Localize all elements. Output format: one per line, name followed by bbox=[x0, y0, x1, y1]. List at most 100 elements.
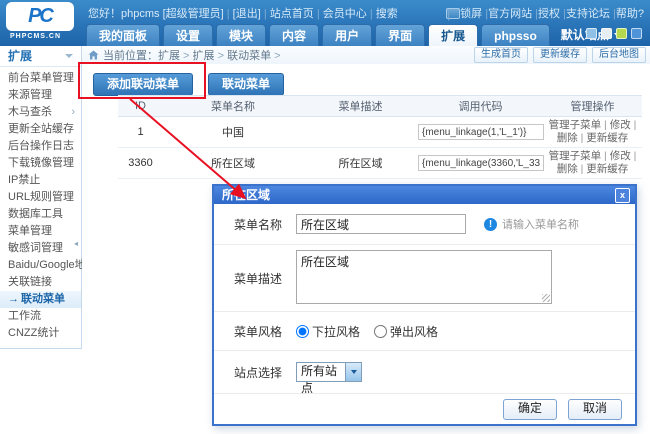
sidebar-item-sitemap[interactable]: Baidu/Google地图 bbox=[0, 257, 81, 274]
style-dropdown-radio[interactable] bbox=[296, 325, 309, 338]
code-input[interactable] bbox=[418, 155, 544, 171]
breadcrumb-item-extension[interactable]: 扩展 bbox=[193, 50, 228, 62]
style-popup-label: 弹出风格 bbox=[390, 323, 438, 340]
refresh-cache-link[interactable]: 更新缓存 bbox=[586, 132, 628, 144]
sidebar-item-linkage-menu[interactable]: 联动菜单 bbox=[0, 291, 81, 308]
breadcrumb-item-module[interactable]: 扩展 bbox=[158, 50, 193, 62]
manage-submenu-link[interactable]: 管理子菜单 bbox=[549, 150, 610, 162]
edit-link[interactable]: 修改 bbox=[610, 119, 637, 131]
lock-screen-link[interactable]: 锁屏 bbox=[460, 5, 488, 21]
delete-link[interactable]: 删除 bbox=[557, 132, 587, 144]
menu-desc-textarea[interactable]: 所在区域 bbox=[296, 250, 552, 304]
panel-gray-icon[interactable] bbox=[601, 28, 612, 39]
column-header-id: ID bbox=[118, 100, 163, 112]
cell-desc: 所在区域 bbox=[303, 155, 418, 171]
admin-map-button[interactable]: 后台地图 bbox=[592, 47, 646, 63]
welcome-links: 您好！phpcms [超级管理员][退出]站点首页会员中心搜索 bbox=[88, 5, 398, 21]
dropdown-arrow-icon[interactable] bbox=[345, 363, 361, 381]
breadcrumb-prefix: 当前位置： bbox=[103, 47, 158, 63]
refresh-cache-link[interactable]: 更新缓存 bbox=[586, 163, 628, 175]
menu-style-options: 下拉风格 弹出风格 bbox=[296, 323, 438, 340]
sidebar-title[interactable]: 扩展 bbox=[0, 46, 81, 67]
site-home-link[interactable]: 站点首页 bbox=[270, 8, 323, 20]
sidebar-item-update-cache[interactable]: 更新全站缓存 bbox=[0, 121, 81, 138]
table-row: 3360 所在区域 所在区域 管理子菜单修改删除更新缓存 bbox=[118, 148, 642, 179]
delete-link[interactable]: 删除 bbox=[557, 163, 587, 175]
member-center-link[interactable]: 会员中心 bbox=[323, 8, 376, 20]
sidebar-title-label: 扩展 bbox=[8, 49, 32, 63]
site-select-label: 站点选择 bbox=[234, 364, 296, 381]
cell-operations: 管理子菜单修改删除更新缓存 bbox=[543, 150, 642, 176]
linkage-menu-button[interactable]: 联动菜单 bbox=[208, 73, 284, 96]
breadcrumb: 扩展扩展联动菜单 bbox=[158, 47, 281, 63]
sidebar-item-related-links[interactable]: 关联链接 bbox=[0, 274, 81, 291]
utility-links: 锁屏官方网站授权支持论坛帮助? bbox=[446, 5, 644, 21]
official-site-link[interactable]: 官方网站 bbox=[488, 5, 538, 21]
menu-desc-wrap: 所在区域 bbox=[296, 250, 552, 307]
table-header-row: ID 菜单名称 菜单描述 调用代码 管理操作 bbox=[118, 95, 642, 117]
site-select-dropdown[interactable]: 所有站点 bbox=[296, 362, 362, 382]
sidebar-item-admin-log[interactable]: 后台操作日志 bbox=[0, 138, 81, 155]
style-popup-option[interactable]: 弹出风格 bbox=[374, 323, 438, 340]
tab-users[interactable]: 用户 bbox=[322, 24, 372, 46]
cell-code bbox=[418, 155, 543, 171]
sidebar-item-source[interactable]: 来源管理 bbox=[0, 87, 81, 104]
help-link[interactable]: 帮助? bbox=[616, 5, 644, 21]
license-link[interactable]: 授权 bbox=[538, 5, 566, 21]
tab-settings[interactable]: 设置 bbox=[163, 24, 213, 46]
table-row: 1 中国 管理子菜单修改删除更新缓存 bbox=[118, 117, 642, 148]
quick-icons bbox=[586, 28, 642, 39]
cancel-button[interactable]: 取消 bbox=[568, 399, 622, 420]
sidebar-item-ip-ban[interactable]: IP禁止 bbox=[0, 172, 81, 189]
sidebar-collapse-handle[interactable]: ◂ bbox=[74, 239, 78, 248]
sidebar-item-url-rules[interactable]: URL规则管理 bbox=[0, 189, 81, 206]
breadcrumb-actions: 生成首页 更新缓存 后台地图 bbox=[474, 47, 650, 63]
code-input[interactable] bbox=[418, 124, 544, 140]
main-nav-tabs: 我的面板 设置 模块 内容 用户 界面 扩展 phpsso 默认站点 bbox=[86, 24, 622, 46]
tab-extensions[interactable]: 扩展 bbox=[428, 24, 478, 46]
cell-code bbox=[418, 124, 543, 140]
update-cache-button[interactable]: 更新缓存 bbox=[533, 47, 587, 63]
sidebar-item-download-mirror[interactable]: 下载镜像管理 bbox=[0, 155, 81, 172]
manage-submenu-link[interactable]: 管理子菜单 bbox=[549, 119, 610, 131]
logo-brand-text: PC bbox=[28, 5, 52, 28]
style-popup-radio[interactable] bbox=[374, 325, 387, 338]
sidebar-item-sensitive-words[interactable]: 敏感词管理 bbox=[0, 240, 81, 257]
sidebar-item-menu-manage[interactable]: 菜单管理 bbox=[0, 223, 81, 240]
add-linkage-menu-button[interactable]: 添加联动菜单 bbox=[93, 73, 193, 96]
dialog-title: 所在区域 bbox=[222, 188, 270, 202]
tab-content[interactable]: 内容 bbox=[269, 24, 319, 46]
menu-style-row: 菜单风格 下拉风格 弹出风格 bbox=[214, 312, 635, 351]
tab-phpsso[interactable]: phpsso bbox=[481, 24, 550, 46]
support-forum-link[interactable]: 支持论坛 bbox=[566, 5, 616, 21]
menu-name-input[interactable] bbox=[296, 214, 466, 234]
search-link[interactable]: 搜索 bbox=[376, 8, 398, 20]
sidebar-item-trojan-scan[interactable]: 木马查杀 bbox=[0, 104, 81, 121]
style-dropdown-label: 下拉风格 bbox=[312, 323, 360, 340]
logout-link[interactable]: [退出] bbox=[233, 8, 270, 20]
sidebar-item-front-menu[interactable]: 前台菜单管理 bbox=[0, 70, 81, 87]
menu-name-label: 菜单名称 bbox=[234, 216, 296, 233]
sidebar-item-cnzz[interactable]: CNZZ统计 bbox=[0, 325, 81, 342]
sidebar-menu: 前台菜单管理 来源管理 木马查杀 更新全站缓存 后台操作日志 下载镜像管理 IP… bbox=[0, 70, 81, 342]
generate-home-button[interactable]: 生成首页 bbox=[474, 47, 528, 63]
sidebar-item-database-tools[interactable]: 数据库工具 bbox=[0, 206, 81, 223]
chevron-down-icon bbox=[65, 54, 73, 58]
resize-grip-icon[interactable] bbox=[542, 294, 550, 302]
panel-green-icon[interactable] bbox=[616, 28, 627, 39]
breadcrumb-item-linkage[interactable]: 联动菜单 bbox=[227, 50, 280, 62]
tab-interface[interactable]: 界面 bbox=[375, 24, 425, 46]
cell-operations: 管理子菜单修改删除更新缓存 bbox=[543, 119, 642, 145]
close-icon[interactable]: x bbox=[615, 188, 630, 203]
sidebar-item-workflow[interactable]: 工作流 bbox=[0, 308, 81, 325]
panel-blue-icon[interactable] bbox=[586, 28, 597, 39]
screen-lock-icon bbox=[446, 8, 460, 19]
style-dropdown-option[interactable]: 下拉风格 bbox=[296, 323, 360, 340]
tab-my-panel[interactable]: 我的面板 bbox=[86, 24, 160, 46]
panel-edit-icon[interactable] bbox=[631, 28, 642, 39]
tab-modules[interactable]: 模块 bbox=[216, 24, 266, 46]
hint-text: 请输入菜单名称 bbox=[502, 216, 579, 232]
ok-button[interactable]: 确定 bbox=[503, 399, 557, 420]
edit-link[interactable]: 修改 bbox=[610, 150, 637, 162]
linkage-menu-table: ID 菜单名称 菜单描述 调用代码 管理操作 1 中国 管理子菜单修改删除更新缓… bbox=[118, 95, 642, 179]
